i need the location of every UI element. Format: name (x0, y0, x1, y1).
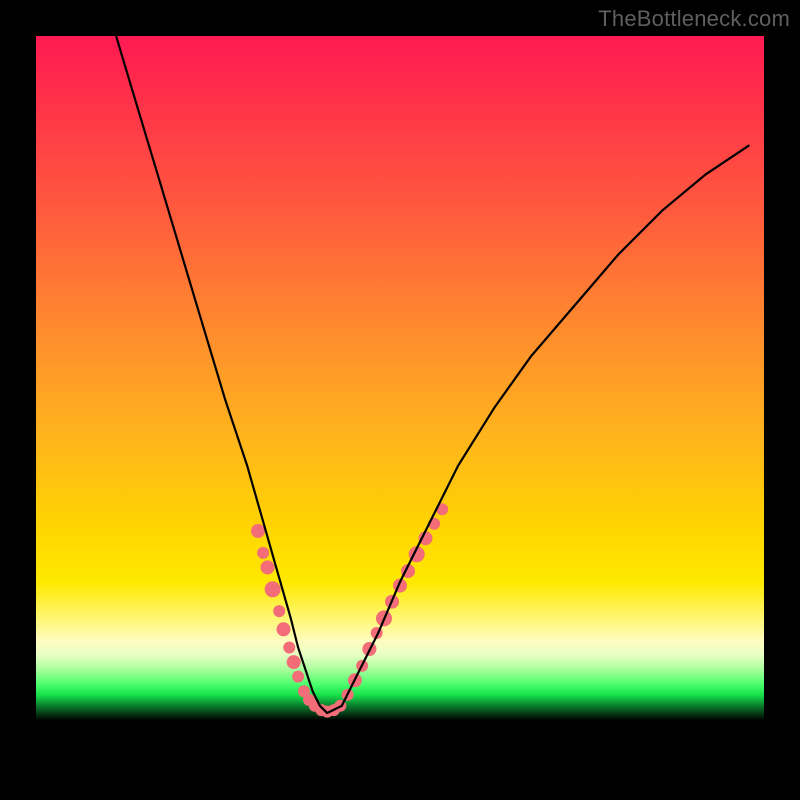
marker-dot (277, 622, 291, 636)
watermark-text: TheBottleneck.com (598, 6, 790, 32)
marker-dot (287, 655, 301, 669)
marker-dot (257, 547, 269, 559)
marker-dot (261, 560, 275, 574)
plot-area (36, 36, 764, 764)
chart-frame: TheBottleneck.com (0, 0, 800, 800)
marker-dot (265, 581, 281, 597)
marker-dot (251, 524, 265, 538)
markers-group (251, 503, 448, 717)
chart-svg (36, 36, 764, 764)
curve-path (116, 36, 749, 713)
marker-dot (273, 605, 285, 617)
marker-dot (292, 671, 304, 683)
marker-dot (283, 642, 295, 654)
